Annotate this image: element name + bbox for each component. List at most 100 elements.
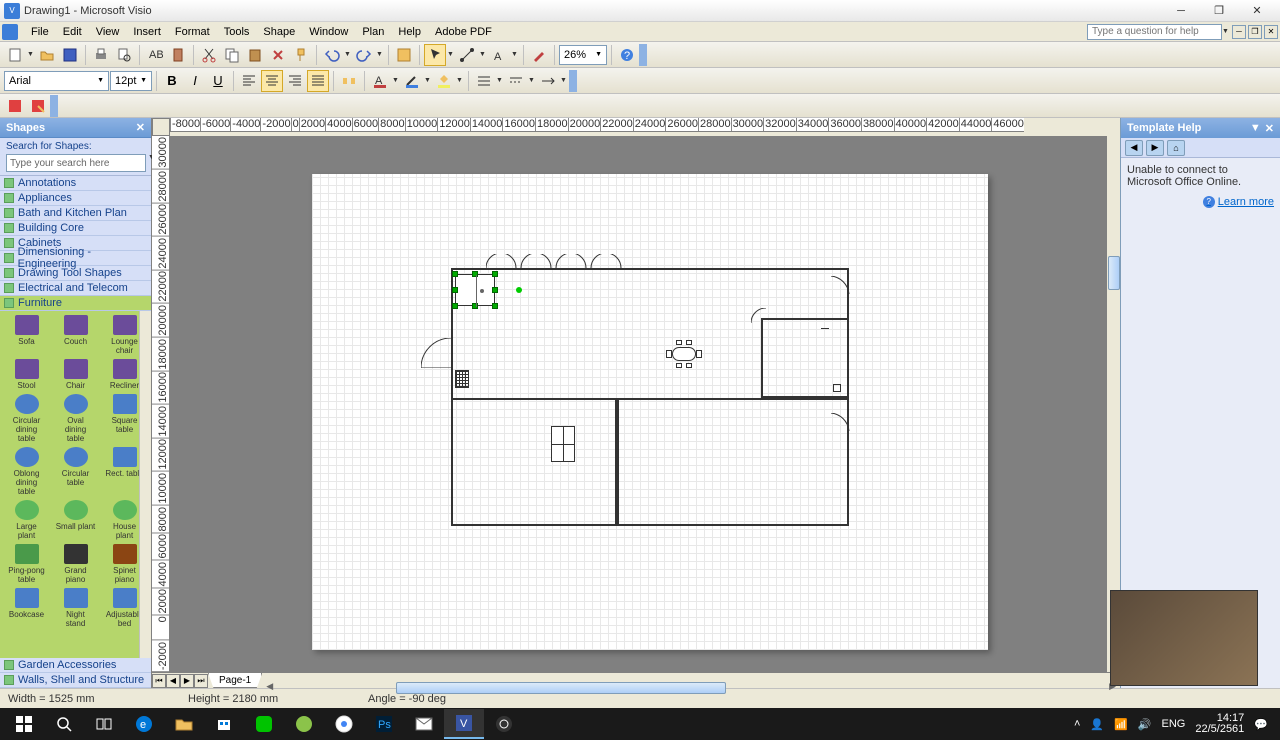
save-button[interactable] (59, 44, 81, 66)
menu-file[interactable]: File (24, 24, 56, 40)
new-button[interactable] (4, 44, 26, 66)
floor-plan[interactable] (451, 268, 851, 528)
start-button[interactable] (4, 709, 44, 739)
connector-dropdown[interactable]: ▼ (479, 51, 487, 58)
menu-adobe-pdf[interactable]: Adobe PDF (428, 24, 499, 40)
category-dimensioning[interactable]: Dimensioning - Engineering (0, 251, 151, 266)
category-garden[interactable]: Garden Accessories (0, 658, 151, 673)
category-annotations[interactable]: Annotations (0, 176, 151, 191)
maximize-button[interactable]: ❐ (1200, 1, 1238, 21)
spelling-button[interactable]: ABC (144, 44, 166, 66)
text-dropdown[interactable]: ▼ (511, 51, 519, 58)
shapes-window-button[interactable] (393, 44, 415, 66)
taskbar-edge[interactable]: e (124, 709, 164, 739)
page-first-button[interactable]: ⏮ (152, 674, 166, 688)
menu-plan[interactable]: Plan (355, 24, 391, 40)
shape-night-stand[interactable]: Night stand (56, 588, 96, 628)
shape-dining-table[interactable] (666, 343, 702, 365)
selected-shape-refrigerator[interactable] (455, 274, 495, 306)
undo-dropdown[interactable]: ▼ (344, 51, 352, 58)
taskbar-line[interactable] (244, 709, 284, 739)
shape-circular-dining-table[interactable]: Circular dining table (7, 394, 47, 443)
italic-button[interactable]: I (184, 70, 206, 92)
align-left-button[interactable] (238, 70, 260, 92)
help-home-button[interactable]: ⌂ (1167, 140, 1185, 156)
line-pattern-button[interactable] (505, 70, 527, 92)
pdf-convert-email-button[interactable] (27, 95, 49, 117)
tray-network-icon[interactable]: 📶 (1114, 718, 1128, 731)
category-furniture[interactable]: Furniture (0, 296, 151, 311)
horizontal-ruler[interactable]: -8000-6000-4000-200002000400060008000100… (170, 118, 1024, 132)
font-color-button[interactable]: A (369, 70, 391, 92)
drawing-page[interactable] (312, 174, 988, 650)
line-ends-button[interactable] (537, 70, 559, 92)
print-preview-button[interactable] (113, 44, 135, 66)
menu-insert[interactable]: Insert (126, 24, 168, 40)
search-button[interactable] (44, 709, 84, 739)
underline-button[interactable]: U (207, 70, 229, 92)
taskbar-explorer[interactable] (164, 709, 204, 739)
minimize-button[interactable]: ─ (1162, 1, 1200, 21)
copy-button[interactable] (221, 44, 243, 66)
page-tab-1[interactable]: Page-1 (208, 673, 262, 688)
shape-window[interactable] (551, 426, 575, 462)
doc-close-button[interactable]: ✕ (1264, 25, 1278, 39)
fill-color-dropdown[interactable]: ▼ (456, 77, 464, 84)
bold-button[interactable]: B (161, 70, 183, 92)
shapes-search-input[interactable] (6, 154, 146, 172)
taskbar-visio[interactable]: V (444, 709, 484, 739)
open-button[interactable] (36, 44, 58, 66)
page-next-button[interactable]: ▶ (180, 674, 194, 688)
shape-pingpong-table[interactable]: Ping-pong table (7, 544, 47, 584)
shape-range[interactable] (455, 370, 469, 388)
taskbar-chrome[interactable] (324, 709, 364, 739)
help-back-button[interactable]: ◀ (1125, 140, 1143, 156)
taskbar-app1[interactable] (284, 709, 324, 739)
connector-tool-button[interactable] (456, 44, 478, 66)
pdf-convert-button[interactable] (4, 95, 26, 117)
tray-people-icon[interactable]: 👤 (1090, 718, 1104, 731)
template-help-close-icon[interactable]: ✕ (1265, 122, 1274, 135)
shape-small-plant[interactable]: Small plant (56, 500, 96, 540)
undo-button[interactable] (321, 44, 343, 66)
menu-window[interactable]: Window (302, 24, 355, 40)
font-size-select[interactable]: 12pt▼ (110, 71, 152, 91)
line-color-dropdown[interactable]: ▼ (424, 77, 432, 84)
help-learn-more-link[interactable]: ? Learn more (1127, 196, 1274, 208)
font-color-dropdown[interactable]: ▼ (392, 77, 400, 84)
cut-button[interactable] (198, 44, 220, 66)
shape-oval-dining-table[interactable]: Oval dining table (56, 394, 96, 443)
delete-button[interactable] (267, 44, 289, 66)
page-last-button[interactable]: ⏭ (194, 674, 208, 688)
vertical-scroll-thumb[interactable] (1108, 256, 1120, 290)
shapes-panel-close-icon[interactable]: ✕ (136, 121, 145, 134)
taskbar-store[interactable] (204, 709, 244, 739)
vertical-ruler[interactable]: 3000028000260002400022000200001800016000… (152, 136, 170, 672)
menu-help[interactable]: Help (391, 24, 428, 40)
ink-tool-button[interactable] (528, 44, 550, 66)
zoom-select[interactable]: 26%▼ (559, 45, 607, 65)
shape-stool[interactable]: Stool (7, 359, 47, 390)
redo-dropdown[interactable]: ▼ (376, 51, 384, 58)
line-color-button[interactable] (401, 70, 423, 92)
category-walls[interactable]: Walls, Shell and Structure (0, 673, 151, 688)
category-bath-kitchen[interactable]: Bath and Kitchen Plan (0, 206, 151, 221)
shape-bookcase[interactable]: Bookcase (7, 588, 47, 628)
line-ends-dropdown[interactable]: ▼ (560, 77, 568, 84)
help-search-input[interactable] (1087, 24, 1222, 40)
shape-grand-piano[interactable]: Grand piano (56, 544, 96, 584)
task-view-button[interactable] (84, 709, 124, 739)
toolbar-options-button[interactable] (639, 44, 647, 66)
doc-minimize-button[interactable]: ─ (1232, 25, 1246, 39)
close-button[interactable]: ✕ (1238, 1, 1276, 21)
paste-button[interactable] (244, 44, 266, 66)
tray-clock[interactable]: 14:17 22/5/2561 (1195, 713, 1244, 735)
category-appliances[interactable]: Appliances (0, 191, 151, 206)
align-center-button[interactable] (261, 70, 283, 92)
horizontal-scroll-thumb[interactable] (396, 682, 726, 694)
shapes-scrollbar[interactable] (139, 311, 151, 658)
toolbar-options-button-3[interactable] (50, 95, 58, 117)
align-right-button[interactable] (284, 70, 306, 92)
line-weight-button[interactable] (473, 70, 495, 92)
fill-color-button[interactable] (433, 70, 455, 92)
